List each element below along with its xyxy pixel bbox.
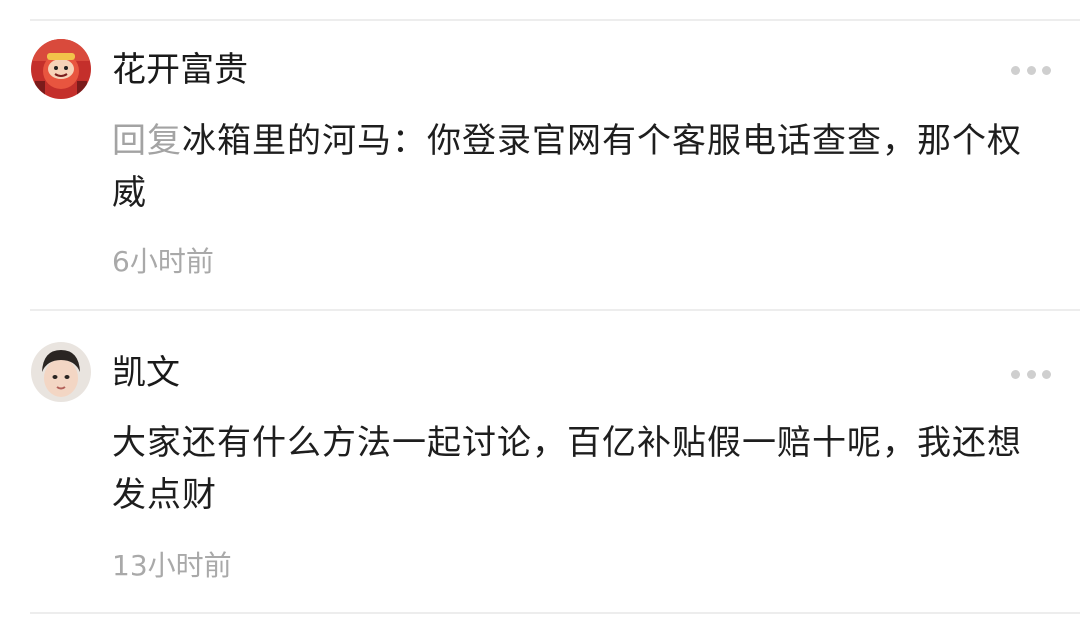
comment-body: 大家还有什么方法一起讨论，百亿补贴假一赔十呢，我还想发点财 <box>112 423 1022 515</box>
comment-divider <box>30 309 1080 311</box>
more-options-button[interactable] <box>1011 368 1051 380</box>
red-cartoon-avatar-icon <box>31 39 91 99</box>
timestamp: 6小时前 <box>112 245 214 278</box>
avatar[interactable] <box>31 39 91 99</box>
avatar[interactable] <box>31 342 91 402</box>
more-dots-icon <box>1011 65 1020 75</box>
more-dots-icon <box>1042 369 1051 379</box>
timestamp: 13小时前 <box>112 549 232 582</box>
more-dots-icon <box>1026 65 1036 75</box>
username[interactable]: 凯文 <box>112 353 180 393</box>
top-divider <box>30 19 1080 21</box>
more-dots-icon <box>1011 369 1020 379</box>
reply-separator: ： <box>392 121 427 161</box>
reply-to-username[interactable]: 冰箱里的河马 <box>182 121 392 161</box>
comment-text: 回复冰箱里的河马：你登录官网有个客服电话查查，那个权威 <box>112 115 1052 219</box>
reply-prefix: 回复 <box>112 121 182 161</box>
more-options-button[interactable] <box>1011 64 1051 76</box>
more-dots-icon <box>1026 369 1036 379</box>
username[interactable]: 花开富贵 <box>112 50 248 90</box>
comment-text: 大家还有什么方法一起讨论，百亿补贴假一赔十呢，我还想发点财 <box>112 417 1052 521</box>
bottom-divider <box>30 612 1080 614</box>
more-dots-icon <box>1042 65 1051 75</box>
child-photo-avatar-icon <box>31 342 91 402</box>
